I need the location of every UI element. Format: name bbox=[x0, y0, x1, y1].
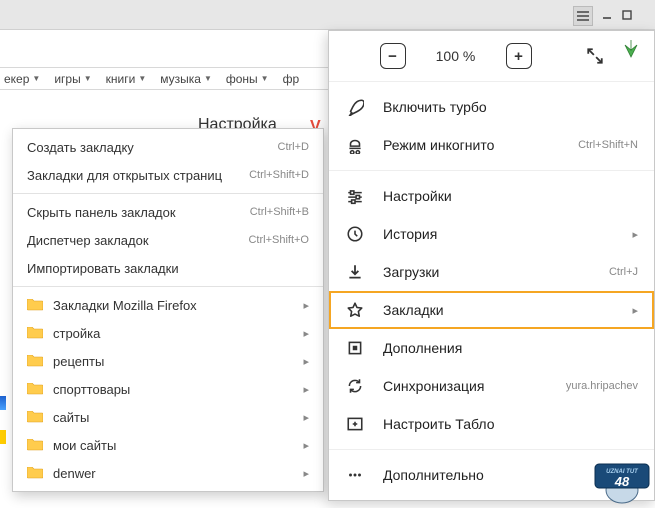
folder-icon bbox=[27, 299, 43, 311]
chevron-right-icon: ▸ bbox=[303, 467, 309, 480]
chevron-right-icon: ▸ bbox=[303, 355, 309, 368]
settings-icon bbox=[345, 186, 365, 206]
submenu-item-bookmarks-manager[interactable]: Диспетчер закладок Ctrl+Shift+O bbox=[13, 226, 323, 254]
folder-icon bbox=[27, 467, 43, 479]
watermark-badge: UZNAI TUT 48 bbox=[593, 460, 651, 504]
bookmarks-bar-item[interactable]: фр bbox=[279, 72, 310, 86]
submenu-item-hide-bookmarks-bar[interactable]: Скрыть панель закладок Ctrl+Shift+B bbox=[13, 198, 323, 226]
submenu-item-create-bookmark[interactable]: Создать закладку Ctrl+D bbox=[13, 133, 323, 161]
zoom-in-button[interactable]: + bbox=[506, 43, 532, 69]
zoom-controls: − 100 % + bbox=[329, 31, 654, 82]
chevron-right-icon: ▸ bbox=[303, 327, 309, 340]
fullscreen-button[interactable] bbox=[586, 47, 604, 65]
bookmarks-bar-item[interactable]: фоны▼ bbox=[222, 72, 279, 86]
folder-icon bbox=[27, 411, 43, 423]
submenu-folder-item[interactable]: denwer ▸ bbox=[13, 459, 323, 487]
keyboard-shortcut: Ctrl+J bbox=[609, 266, 638, 278]
menu-item-history[interactable]: История ▸ bbox=[329, 215, 654, 253]
addons-icon bbox=[345, 338, 365, 358]
star-icon bbox=[345, 300, 365, 320]
bookmarks-bar-item[interactable]: екер▼ bbox=[0, 72, 50, 86]
rocket-icon bbox=[345, 97, 365, 117]
bookmarks-bar-item[interactable]: игры▼ bbox=[50, 72, 101, 86]
folder-icon bbox=[27, 327, 43, 339]
keyboard-shortcut: Ctrl+Shift+B bbox=[250, 206, 309, 218]
submenu-folder-item[interactable]: сайты ▸ bbox=[13, 403, 323, 431]
bookmarks-bar-item[interactable]: книги▼ bbox=[102, 72, 157, 86]
bookmarks-bar-item[interactable]: музыка▼ bbox=[156, 72, 222, 86]
menu-item-addons[interactable]: Дополнения bbox=[329, 329, 654, 367]
submenu-item-import-bookmarks[interactable]: Импортировать закладки bbox=[13, 254, 323, 282]
chevron-right-icon: ▸ bbox=[303, 299, 309, 312]
zoom-out-button[interactable]: − bbox=[380, 43, 406, 69]
download-icon bbox=[345, 262, 365, 282]
keyboard-shortcut: Ctrl+Shift+N bbox=[578, 139, 638, 151]
folder-icon bbox=[27, 439, 43, 451]
more-icon bbox=[345, 465, 365, 485]
menu-item-settings[interactable]: Настройки bbox=[329, 177, 654, 215]
keyboard-shortcut: Ctrl+Shift+O bbox=[248, 234, 309, 246]
submenu-folder-item[interactable]: Закладки Mozilla Firefox ▸ bbox=[13, 291, 323, 319]
menu-item-turbo[interactable]: Включить турбо bbox=[329, 88, 654, 126]
tablo-icon bbox=[345, 414, 365, 434]
folder-icon bbox=[27, 383, 43, 395]
window-maximize-button[interactable] bbox=[619, 7, 635, 23]
menu-item-tablo[interactable]: Настроить Табло bbox=[329, 405, 654, 443]
keyboard-shortcut: Ctrl+Shift+D bbox=[249, 169, 309, 181]
chevron-right-icon: ▸ bbox=[303, 439, 309, 452]
chevron-right-icon: ▸ bbox=[303, 383, 309, 396]
menu-item-sync[interactable]: Синхронизация yura.hripachev bbox=[329, 367, 654, 405]
sync-account: yura.hripachev bbox=[566, 380, 638, 392]
bookmarks-submenu: Создать закладку Ctrl+D Закладки для отк… bbox=[12, 128, 324, 492]
menu-item-bookmarks[interactable]: Закладки ▸ bbox=[329, 291, 654, 329]
chevron-right-icon: ▸ bbox=[632, 228, 638, 241]
submenu-item-bookmark-open-tabs[interactable]: Закладки для открытых страниц Ctrl+Shift… bbox=[13, 161, 323, 189]
zoom-level: 100 % bbox=[430, 48, 482, 64]
keyboard-shortcut: Ctrl+D bbox=[278, 141, 309, 153]
incognito-icon bbox=[345, 135, 365, 155]
downloads-indicator-icon[interactable] bbox=[621, 38, 641, 60]
folder-icon bbox=[27, 355, 43, 367]
submenu-folder-item[interactable]: рецепты ▸ bbox=[13, 347, 323, 375]
menu-item-downloads[interactable]: Загрузки Ctrl+J bbox=[329, 253, 654, 291]
history-icon bbox=[345, 224, 365, 244]
sync-icon bbox=[345, 376, 365, 396]
window-minimize-button[interactable] bbox=[599, 7, 615, 23]
submenu-folder-item[interactable]: спорттовары ▸ bbox=[13, 375, 323, 403]
submenu-folder-item[interactable]: мои сайты ▸ bbox=[13, 431, 323, 459]
window-titlebar bbox=[0, 0, 655, 30]
main-menu: − 100 % + Включить турбо Режим инкогнито… bbox=[328, 30, 655, 501]
favicon-stripe bbox=[0, 430, 6, 444]
favicon-stripe bbox=[0, 396, 6, 410]
submenu-folder-item[interactable]: стройка ▸ bbox=[13, 319, 323, 347]
svg-text:48: 48 bbox=[614, 474, 630, 489]
chevron-right-icon: ▸ bbox=[303, 411, 309, 424]
menu-item-incognito[interactable]: Режим инкогнито Ctrl+Shift+N bbox=[329, 126, 654, 164]
chevron-right-icon: ▸ bbox=[632, 304, 638, 317]
hamburger-menu-button[interactable] bbox=[573, 6, 593, 26]
